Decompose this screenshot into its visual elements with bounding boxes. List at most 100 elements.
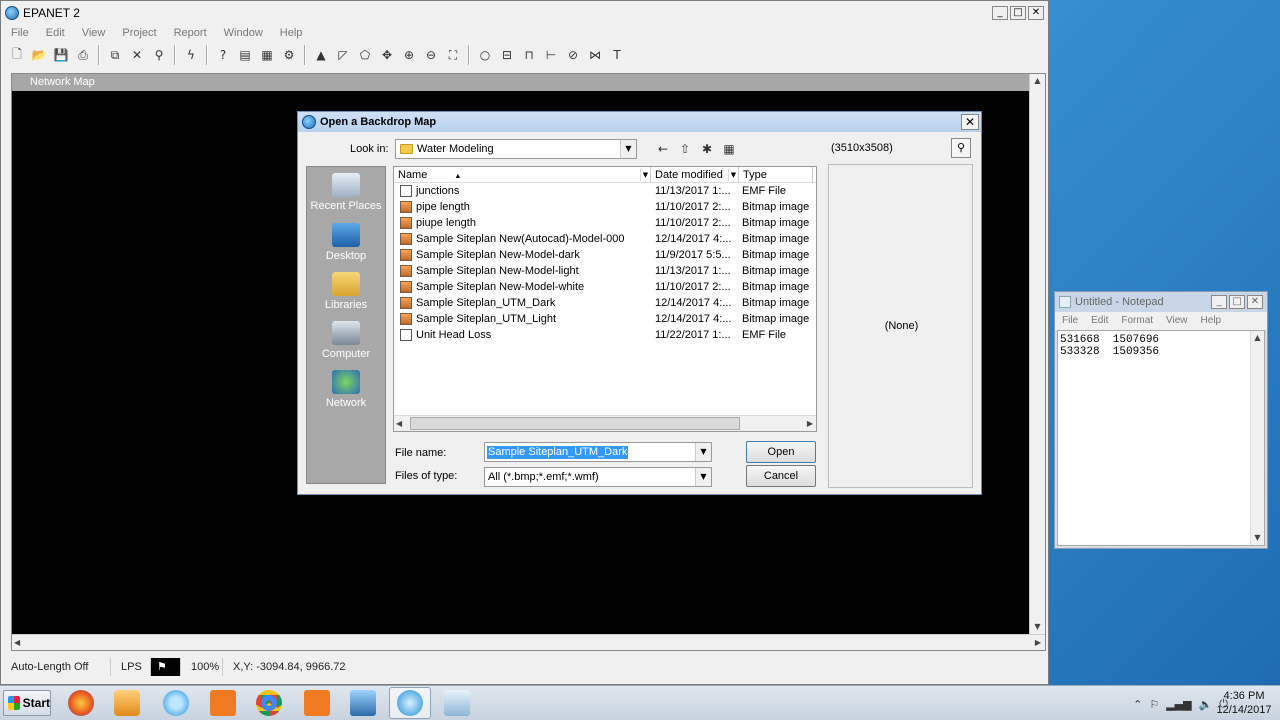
menu-view[interactable]: View [1159, 312, 1194, 330]
new-file-icon[interactable]: 🗋 [7, 45, 27, 65]
taskbar-photo-viewer[interactable] [342, 687, 384, 719]
add-valve-icon[interactable]: ⋈ [585, 45, 605, 65]
menu-project[interactable]: Project [112, 25, 163, 41]
scrollbar-thumb[interactable] [410, 417, 740, 430]
view-menu-icon[interactable]: ▦ [720, 140, 738, 158]
place-computer[interactable]: Computer [307, 321, 385, 360]
place-network[interactable]: Network [307, 370, 385, 409]
scroll-up-icon[interactable]: ▲ [1030, 74, 1045, 88]
list-item[interactable]: Sample Siteplan New-Model-dark 11/9/2017 … [394, 247, 816, 263]
query-icon[interactable]: ? [213, 45, 233, 65]
list-item[interactable]: piupe length 11/10/2017 2:... Bitmap image [394, 215, 816, 231]
place-desktop[interactable]: Desktop [307, 223, 385, 262]
epanet-titlebar[interactable]: EPANET 2 _ □ ✕ [1, 1, 1048, 25]
zoom-out-icon[interactable]: ⊖ [421, 45, 441, 65]
pan-icon[interactable]: ✥ [377, 45, 397, 65]
status-autolength[interactable]: Auto-Length Off [1, 658, 111, 676]
chevron-down-icon[interactable]: ▼ [695, 443, 711, 461]
start-button[interactable]: Start [3, 690, 51, 716]
menu-report[interactable]: Report [164, 25, 214, 41]
list-item[interactable]: Unit Head Loss 11/22/2017 1:... EMF File [394, 327, 816, 343]
chevron-down-icon[interactable]: ▼ [728, 169, 738, 181]
chevron-down-icon[interactable]: ▼ [640, 169, 650, 181]
network-map-horizontal-scrollbar[interactable]: ◀ ▶ [12, 634, 1045, 650]
menu-window[interactable]: Window [214, 25, 270, 41]
delete-icon[interactable]: ✕ [127, 45, 147, 65]
select-vertex-icon[interactable]: ◸ [333, 45, 353, 65]
close-icon[interactable]: ✕ [1028, 6, 1044, 20]
menu-view[interactable]: View [72, 25, 113, 41]
menu-format[interactable]: Format [1114, 312, 1159, 330]
column-header-date[interactable]: Date modified ▼ [651, 167, 739, 183]
scroll-left-icon[interactable]: ◀ [396, 417, 402, 431]
file-name-value[interactable]: Sample Siteplan_UTM_Dark [487, 446, 629, 459]
find-icon[interactable]: ⚲ [149, 45, 169, 65]
list-item[interactable]: Sample Siteplan_UTM_Light 12/14/2017 4:..… [394, 311, 816, 327]
list-item[interactable]: pipe length 11/10/2017 2:... Bitmap image [394, 199, 816, 215]
back-icon[interactable]: ← [654, 140, 672, 158]
scroll-right-icon[interactable]: ▶ [1035, 636, 1041, 650]
chevron-down-icon[interactable]: ▼ [620, 140, 636, 158]
list-item[interactable]: Sample Siteplan_UTM_Dark 12/14/2017 4:...… [394, 295, 816, 311]
add-label-icon[interactable]: T [607, 45, 627, 65]
save-icon[interactable]: 💾 [51, 45, 71, 65]
scroll-left-icon[interactable]: ◀ [14, 636, 20, 650]
file-name-input[interactable]: Sample Siteplan_UTM_Dark ▼ [484, 442, 712, 462]
column-header-type[interactable]: Type [739, 167, 813, 183]
taskbar-media-player[interactable] [106, 687, 148, 719]
taskbar-notepad[interactable] [436, 687, 478, 719]
cancel-button[interactable]: Cancel [746, 465, 816, 487]
scroll-down-icon[interactable]: ▼ [1251, 531, 1264, 545]
list-item[interactable]: Sample Siteplan New-Model-white 11/10/201… [394, 279, 816, 295]
minimize-icon[interactable]: _ [992, 6, 1008, 20]
list-item[interactable]: junctions 11/13/2017 1:... EMF File [394, 183, 816, 199]
options-icon[interactable]: ⚙ [279, 45, 299, 65]
graph-icon[interactable]: ▤ [235, 45, 255, 65]
menu-help[interactable]: Help [270, 25, 310, 41]
full-extent-icon[interactable]: ⛶ [443, 45, 463, 65]
add-junction-icon[interactable]: ○ [475, 45, 495, 65]
select-pointer-icon[interactable]: ▲ [311, 45, 331, 65]
taskbar-camera-app[interactable] [296, 687, 338, 719]
column-header-name[interactable]: Name ▲ ▼ [394, 167, 651, 183]
run-icon[interactable]: ϟ [181, 45, 201, 65]
menu-file[interactable]: File [1055, 312, 1084, 330]
preview-zoom-icon[interactable]: ⚲ [951, 138, 971, 158]
taskbar-internet-explorer[interactable] [155, 687, 197, 719]
menu-help[interactable]: Help [1194, 312, 1228, 330]
scroll-down-icon[interactable]: ▼ [1030, 620, 1045, 634]
dialog-titlebar[interactable]: Open a Backdrop Map ✕ [298, 112, 981, 132]
maximize-icon[interactable]: □ [1010, 6, 1026, 20]
open-button[interactable]: Open [746, 441, 816, 463]
taskbar-app-orange[interactable] [202, 687, 244, 719]
notepad-vertical-scrollbar[interactable]: ▲ ▼ [1250, 331, 1264, 545]
add-tank-icon[interactable]: ⊓ [519, 45, 539, 65]
network-map-vertical-scrollbar[interactable]: ▲ ▼ [1029, 74, 1045, 634]
notepad-titlebar[interactable]: Untitled - Notepad _ □ ✕ [1055, 292, 1267, 312]
add-pump-icon[interactable]: ⊘ [563, 45, 583, 65]
print-icon[interactable]: ⎙ [73, 45, 93, 65]
table-icon[interactable]: ▦ [257, 45, 277, 65]
list-item[interactable]: Sample Siteplan New(Autocad)-Model-000 12… [394, 231, 816, 247]
network-signal-icon[interactable]: ▂▄▆ [1166, 698, 1191, 711]
place-libraries[interactable]: Libraries [307, 272, 385, 311]
taskbar-firefox[interactable] [60, 687, 102, 719]
file-type-select[interactable]: All (*.bmp;*.emf;*.wmf) ▼ [484, 467, 712, 487]
clock[interactable]: 4:36 PM 12/14/2017 [1214, 689, 1274, 717]
zoom-in-icon[interactable]: ⊕ [399, 45, 419, 65]
select-region-icon[interactable]: ⬠ [355, 45, 375, 65]
network-map-titlebar[interactable]: Network Map [12, 74, 1045, 91]
minimize-icon[interactable]: _ [1211, 295, 1227, 309]
notepad-text-area[interactable]: 531668 1507696 533328 1509356 ▲ ▼ [1057, 330, 1265, 546]
scroll-right-icon[interactable]: ▶ [807, 417, 813, 431]
show-hidden-icons-icon[interactable]: ⌃ [1133, 698, 1142, 711]
copy-icon[interactable]: ⧉ [105, 45, 125, 65]
menu-edit[interactable]: Edit [1084, 312, 1114, 330]
menu-edit[interactable]: Edit [36, 25, 72, 41]
scroll-up-icon[interactable]: ▲ [1251, 331, 1264, 345]
taskbar-epanet[interactable] [389, 687, 431, 719]
add-pipe-icon[interactable]: ⊢ [541, 45, 561, 65]
chevron-down-icon[interactable]: ▼ [695, 468, 711, 486]
menu-file[interactable]: File [1, 25, 36, 41]
new-folder-icon[interactable]: ✱ [698, 140, 716, 158]
